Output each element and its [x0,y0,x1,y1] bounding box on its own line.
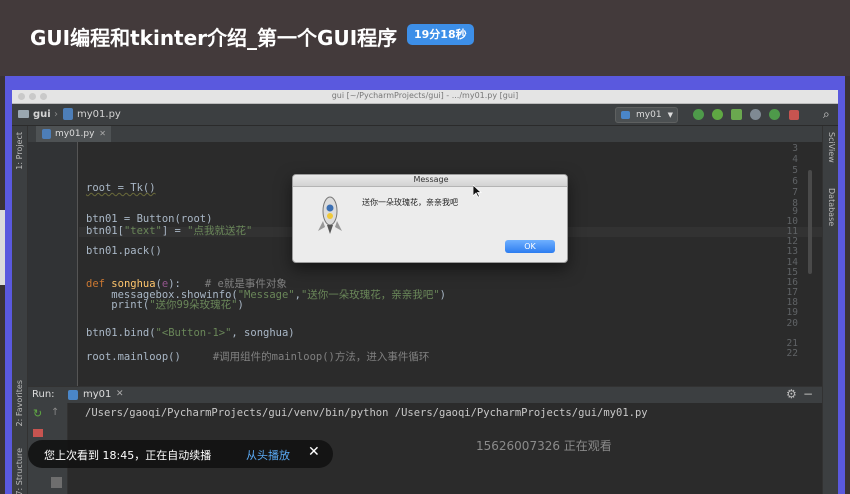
close-tab-icon[interactable]: ✕ [99,126,106,142]
line-number: 13 [786,246,798,257]
line-number-gutter [28,142,78,386]
python-file-icon [63,108,73,120]
line-number: 20 [786,318,798,329]
python-icon [68,390,78,400]
viewer-watermark: 15626007326 正在观看 [476,439,612,453]
dialog-message: 送你一朵玫瑰花，亲亲我吧 [362,198,458,207]
code-line-17: print("送你99朵玫瑰花") [86,299,244,311]
navigation-bar: gui › my01.py my01 ▼ ⌕ [12,104,838,126]
python-rocket-icon [318,196,342,234]
toast-message: 您上次看到 18:45，正在自动续播 [44,449,212,462]
line-number: 7 [792,187,798,198]
hide-panel-icon[interactable]: − [803,387,813,401]
project-tool-tab[interactable]: 1: Project [15,132,24,170]
code-line-22: root.mainloop() #调用组件的mainloop()方法，进入事件循环 [86,351,430,363]
left-tool-strip: 1: Project 2: Favorites 7: Structure [12,126,28,494]
nav-file[interactable]: my01.py [77,109,121,120]
restart-playback-link[interactable]: 从头播放 [246,447,290,463]
sciview-tool-tab[interactable]: SciView [827,132,836,163]
search-icon[interactable]: ⌕ [823,107,830,122]
database-tool-tab[interactable]: Database [827,188,836,226]
profile-icon[interactable] [750,109,761,120]
scroll-to-end-icon[interactable] [51,477,62,488]
run-label: Run: [32,389,55,400]
editor-scrollbar[interactable] [808,170,812,274]
run-config-select[interactable]: my01 ▼ [615,107,678,123]
dialog-titlebar: Message [293,175,567,187]
gear-icon[interactable]: ⚙ [786,387,797,401]
debug-icon[interactable] [712,109,723,120]
close-run-tab-icon[interactable]: ✕ [116,389,124,399]
resume-toast: 您上次看到 18:45，正在自动续播 从头播放 ✕ [28,440,333,468]
editor-tab-bar: my01.py ✕ [28,126,822,142]
line-number: 5 [792,165,798,176]
nav-project[interactable]: gui [33,109,51,120]
code-line-12: btn01.pack() [86,245,162,257]
scroll-up-icon[interactable]: ↑ [51,407,59,418]
video-frame: gui [~/PycharmProjects/gui] - .../my01.p… [5,76,845,494]
code-line-20: btn01.bind("<Button-1>", songhua) [86,327,295,339]
dialog-title: Message [413,175,449,184]
line-number: 22 [786,348,798,359]
mouse-cursor-icon [473,185,482,198]
line-number: 6 [792,176,798,187]
ok-button[interactable]: OK [505,240,555,253]
console-output: /Users/gaoqi/PycharmProjects/gui/venv/bi… [85,407,648,419]
structure-tool-tab[interactable]: 7: Structure [15,448,24,494]
rerun-icon[interactable] [693,109,704,120]
message-dialog: Message 送你一朵玫瑰花，亲亲我吧 OK [292,174,568,263]
stop-icon[interactable] [789,110,799,120]
python-icon [621,111,630,119]
line-number: 4 [792,154,798,165]
code-line-10: btn01["text"] = "点我就送花" [86,225,253,237]
stop-icon[interactable] [33,429,43,437]
python-file-icon [42,129,51,139]
code-line-6: root = Tk() [86,182,156,194]
run-config-tab[interactable]: my01 [83,389,111,400]
folder-icon [18,110,29,118]
window-title: gui [~/PycharmProjects/gui] - .../my01.p… [331,91,519,100]
rerun-icon[interactable]: ↻ [33,407,42,420]
close-icon[interactable]: ✕ [308,444,320,460]
line-number: 19 [786,307,798,318]
chevron-right-icon: › [54,109,58,120]
window-titlebar: gui [~/PycharmProjects/gui] - .../my01.p… [12,90,838,104]
course-header: GUI编程和tkinter介绍_第一个GUI程序 19分18秒 [0,0,850,76]
duration-badge: 19分18秒 [407,24,474,45]
coverage-icon[interactable] [731,109,742,120]
right-tool-strip: SciView Database [822,126,838,494]
tab-label: my01.py [55,129,95,139]
ide-window: gui [~/PycharmProjects/gui] - .../my01.p… [12,90,838,494]
line-number: 3 [792,143,798,154]
run-config-label: my01 [636,110,662,120]
concurrency-icon[interactable] [769,109,780,120]
tab-my01[interactable]: my01.py ✕ [36,126,111,142]
chevron-down-icon: ▼ [667,111,673,119]
favorites-tool-tab[interactable]: 2: Favorites [15,380,24,426]
course-title: GUI编程和tkinter介绍_第一个GUI程序 [30,26,398,50]
run-tool-header: Run: my01 ✕ ⚙ − [28,386,822,403]
